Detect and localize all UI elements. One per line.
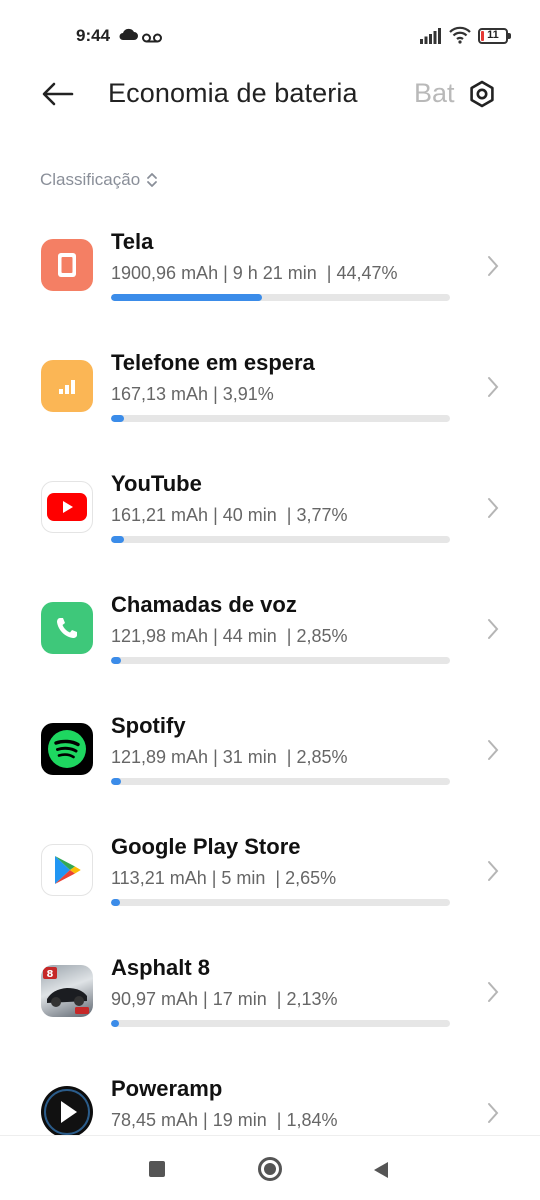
svg-text:8: 8 xyxy=(47,969,54,980)
list-item-google-play-store[interactable]: Google Play Store 113,21 mAh | 5 min | 2… xyxy=(0,810,540,931)
usage-bar xyxy=(111,536,450,543)
app-name: Poweramp xyxy=(111,1076,223,1101)
signal-standby-icon xyxy=(41,360,93,412)
usage-bar xyxy=(111,899,450,906)
app-stats: 121,98 mAh | 44 min | 2,85% xyxy=(111,626,348,646)
usage-bar xyxy=(111,657,450,664)
recents-button[interactable] xyxy=(149,1161,165,1177)
usage-bar xyxy=(111,778,450,785)
phone-icon xyxy=(41,602,93,654)
status-time: 9:44 xyxy=(76,26,111,45)
list-item-tela[interactable]: Tela 1900,96 mAh | 9 h 21 min | 44,47% xyxy=(0,205,540,326)
app-stats: 78,45 mAh | 19 min | 1,84% xyxy=(111,1110,338,1130)
voicemail-icon xyxy=(142,30,162,48)
app-stats: 167,13 mAh | 3,91% xyxy=(111,384,274,404)
arrow-left-icon xyxy=(42,82,74,106)
chevron-right-icon xyxy=(488,256,499,276)
usage-bar xyxy=(111,1020,450,1027)
app-name: Asphalt 8 xyxy=(111,955,211,980)
chevron-right-icon xyxy=(488,861,499,881)
app-stats: 1900,96 mAh | 9 h 21 min | 44,47% xyxy=(111,263,398,283)
asphalt-icon: 8 xyxy=(41,965,93,1017)
list-item-poweramp[interactable]: Poweramp 78,45 mAh | 19 min | 1,84% xyxy=(0,1052,540,1135)
list-item-chamadas-de-voz[interactable]: Chamadas de voz 121,98 mAh | 44 min | 2,… xyxy=(0,568,540,689)
app-usage-list: Tela 1900,96 mAh | 9 h 21 min | 44,47% T… xyxy=(0,205,540,1135)
battery-icon: 11 xyxy=(478,28,511,44)
app-name: Spotify xyxy=(111,713,186,738)
poweramp-icon xyxy=(41,1086,93,1135)
spotify-icon xyxy=(41,723,93,775)
youtube-icon xyxy=(41,481,93,533)
list-item-telefone-em-espera[interactable]: Telefone em espera 167,13 mAh | 3,91% xyxy=(0,326,540,447)
app-stats: 161,21 mAh | 40 min | 3,77% xyxy=(111,505,348,525)
usage-bar xyxy=(111,294,450,301)
home-button[interactable] xyxy=(258,1157,282,1181)
app-stats: 113,21 mAh | 5 min | 2,65% xyxy=(111,868,337,888)
signal-icon xyxy=(420,28,442,49)
chevron-right-icon xyxy=(488,982,499,1002)
chevron-right-icon xyxy=(488,377,499,397)
chevron-right-icon xyxy=(488,498,499,518)
chevron-right-icon xyxy=(488,619,499,639)
app-header: Economia de bateria Bat xyxy=(0,62,540,126)
sort-selector[interactable]: Classificação xyxy=(40,170,158,190)
list-item-youtube[interactable]: YouTube 161,21 mAh | 40 min | 3,77% xyxy=(0,447,540,568)
chevron-right-icon xyxy=(488,740,499,760)
list-item-spotify[interactable]: Spotify 121,89 mAh | 31 min | 2,85% xyxy=(0,689,540,810)
page-title: Economia de bateria xyxy=(108,78,358,108)
settings-button[interactable] xyxy=(464,76,500,112)
back-button[interactable] xyxy=(36,72,80,116)
chevron-right-icon xyxy=(488,1103,499,1123)
back-triangle-icon[interactable] xyxy=(372,1161,390,1179)
screen-icon xyxy=(41,239,93,291)
cloud-icon xyxy=(118,27,138,46)
wifi-icon xyxy=(449,26,471,49)
battery-level: 11 xyxy=(487,29,499,41)
list-item-asphalt-8[interactable]: 8 Asphalt 8 90,97 mAh | 17 min | 2,13% xyxy=(0,931,540,1052)
gear-icon xyxy=(470,80,494,108)
usage-bar xyxy=(111,415,450,422)
sort-label: Classificação xyxy=(40,170,141,189)
app-name: YouTube xyxy=(111,471,202,496)
app-name: Tela xyxy=(111,229,154,254)
app-name: Telefone em espera xyxy=(111,350,315,375)
sort-chevron-icon xyxy=(147,173,158,187)
app-stats: 90,97 mAh | 17 min | 2,13% xyxy=(111,989,338,1009)
app-name: Google Play Store xyxy=(111,834,301,859)
app-name: Chamadas de voz xyxy=(111,592,297,617)
system-nav-bar xyxy=(0,1135,540,1200)
play-store-icon xyxy=(41,844,93,896)
app-stats: 121,89 mAh | 31 min | 2,85% xyxy=(111,747,348,767)
tab-battery[interactable]: Bat xyxy=(414,78,458,109)
